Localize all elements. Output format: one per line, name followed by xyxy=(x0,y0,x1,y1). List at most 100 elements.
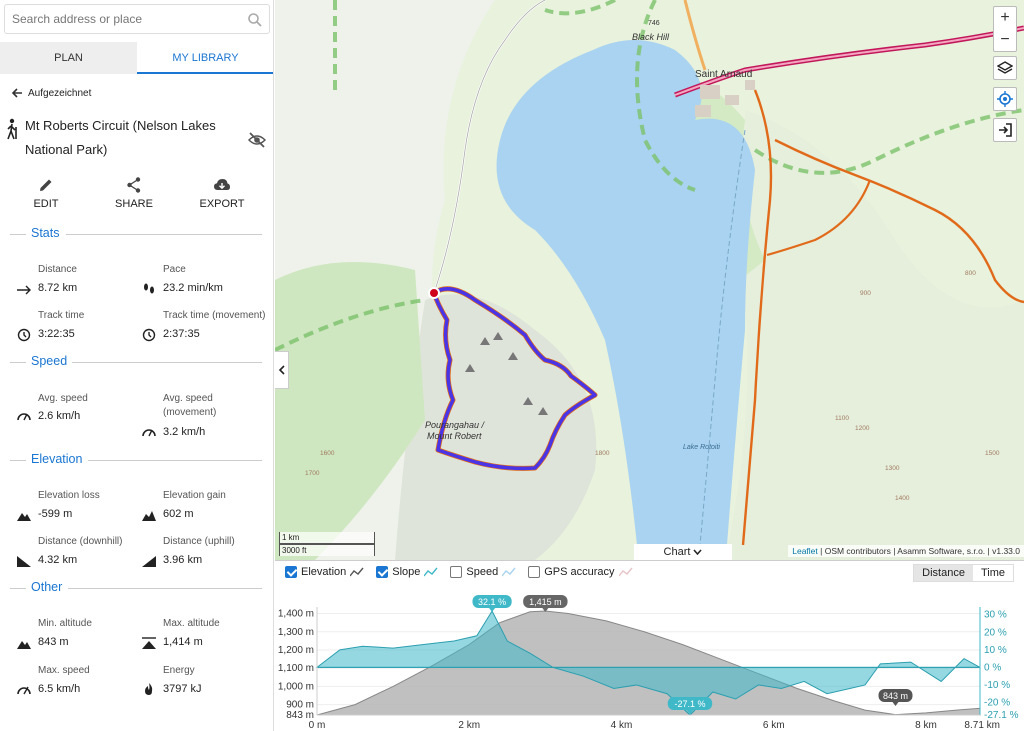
stat-elevation-gain-value: 602 m xyxy=(163,508,194,520)
leaflet-link[interactable]: Leaflet xyxy=(792,546,818,556)
section-stats-title: Stats xyxy=(31,226,60,240)
peak-label-1: Pourangahau / xyxy=(425,420,486,430)
elevation-checkbox[interactable] xyxy=(285,566,297,578)
time-mode-button[interactable]: Time xyxy=(973,565,1013,581)
y-left-tick-label: 900 m xyxy=(286,700,314,711)
min-altitude-icon xyxy=(17,641,31,649)
stat-min-altitude-value: 843 m xyxy=(38,636,69,648)
legend-gps-accuracy[interactable]: GPS accuracy xyxy=(528,566,633,578)
slope-up-icon xyxy=(142,556,156,567)
tab-plan[interactable]: PLAN xyxy=(0,42,137,74)
stat-energy-value: 3797 kJ xyxy=(163,683,202,695)
scale-ft: 3000 ft xyxy=(279,544,375,556)
action-bar: EDIT SHARE EXPORT xyxy=(0,176,273,216)
elevation-chart[interactable]: 1,400 m 1,300 m 1,200 m 1,100 m 1,000 m 900 m… xyxy=(275,587,1024,731)
legend-speed[interactable]: Speed xyxy=(450,566,516,578)
chart-marker-label: 32.1 % xyxy=(478,597,506,607)
locate-button[interactable] xyxy=(993,87,1017,111)
hill-elev-label: 746 xyxy=(648,20,660,27)
share-icon xyxy=(127,177,141,193)
timer-icon xyxy=(17,328,31,342)
axis-mode-toggle: Distance Time xyxy=(913,564,1014,582)
legend-slope[interactable]: Slope xyxy=(376,566,438,578)
contour-label: 1100 xyxy=(835,415,849,422)
tab-my-library[interactable]: MY LIBRARY xyxy=(137,42,273,74)
contour-label: 1500 xyxy=(985,450,1000,457)
stat-track-time-value: 3:22:35 xyxy=(38,328,75,340)
zoom-in-button[interactable]: + xyxy=(1000,7,1009,29)
stat-distance-uphill: Distance (uphill) 3.96 km xyxy=(142,535,273,567)
edit-button[interactable]: EDIT xyxy=(6,176,86,210)
stat-max-speed: Max. speed 6.5 km/h xyxy=(17,664,158,695)
slope-down-icon xyxy=(17,556,31,567)
x-tick-label: 4 km xyxy=(611,720,633,731)
x-tick-label: 6 km xyxy=(763,720,785,731)
speedometer-max-icon xyxy=(17,686,31,695)
legend-gps-label: GPS accuracy xyxy=(544,566,615,578)
chart-marker-pointer xyxy=(892,702,899,706)
collapse-sidebar-button[interactable] xyxy=(275,351,289,389)
legend-elevation[interactable]: Elevation xyxy=(285,566,364,578)
map-view[interactable]: Saint Arnaud Black Hill 746 Pourangahau … xyxy=(275,0,1024,560)
gps-accuracy-checkbox[interactable] xyxy=(528,566,541,578)
town-label: Saint Arnaud xyxy=(695,69,752,80)
slope-checkbox[interactable] xyxy=(376,566,389,578)
hill-label: Black Hill xyxy=(632,32,670,42)
layers-button[interactable] xyxy=(993,56,1017,80)
stat-pace: Pace 23.2 min/km xyxy=(144,263,273,294)
stat-avg-speed-label: Avg. speed xyxy=(38,393,88,404)
y-left-tick-label: 1,300 m xyxy=(278,627,314,638)
arrow-left-icon xyxy=(11,88,22,98)
route-start-marker xyxy=(428,287,440,299)
distance-mode-button[interactable]: Distance xyxy=(914,565,973,581)
search-icon[interactable] xyxy=(247,12,263,28)
share-button[interactable]: SHARE xyxy=(94,176,174,210)
version-label: v1.33.0 xyxy=(992,546,1020,556)
y-left-tick-label: 1,200 m xyxy=(278,645,314,656)
chart-marker-label: 843 m xyxy=(883,691,908,701)
elevation-chart-panel: Elevation Slope Speed GPS accuracy Dista… xyxy=(275,560,1024,731)
stat-avg-speed: Avg. speed 2.6 km/h xyxy=(17,392,158,422)
stat-avg-speed-movement-label: Avg. speed (movement) xyxy=(163,393,217,418)
stat-track-time-movement-value: 2:37:35 xyxy=(163,328,200,340)
login-button[interactable] xyxy=(993,118,1017,142)
chevron-left-icon xyxy=(278,365,285,375)
back-button[interactable]: Aufgezeichnet xyxy=(10,86,91,100)
route-title: Mt Roberts Circuit (Nelson Lakes Nationa… xyxy=(25,118,216,157)
search-input[interactable] xyxy=(5,5,235,33)
y-left-tick-label: 1,000 m xyxy=(278,681,314,692)
stat-elevation-loss-value: -599 m xyxy=(38,508,73,520)
contour-label: 1600 xyxy=(320,450,335,457)
contour-label: 900 xyxy=(860,290,871,297)
contour-label: 1700 xyxy=(305,470,320,477)
zoom-control: + − xyxy=(993,6,1017,52)
timer-moving-icon xyxy=(142,328,156,342)
contour-label: 800 xyxy=(965,270,976,277)
zoom-out-button[interactable]: − xyxy=(1000,29,1009,51)
stat-max-speed-value: 6.5 km/h xyxy=(38,683,81,695)
map-canvas[interactable]: Saint Arnaud Black Hill 746 Pourangahau … xyxy=(275,0,1024,560)
export-button[interactable]: EXPORT xyxy=(182,176,262,210)
chart-marker-label: 1,415 m xyxy=(529,597,562,607)
chart-marker-label: -27.1 % xyxy=(674,699,705,709)
section-speed-title: Speed xyxy=(31,354,68,368)
x-tick-label: 0 m xyxy=(309,720,326,731)
stat-distance-uphill-label: Distance (uphill) xyxy=(163,536,235,547)
chart-toggle[interactable]: Chart xyxy=(634,544,732,560)
stat-track-time: Track time 3:22:35 xyxy=(17,309,158,342)
stat-pace-value: 23.2 min/km xyxy=(163,282,223,294)
stat-elevation-loss-label: Elevation loss xyxy=(38,490,100,501)
stat-max-altitude-label: Max. altitude xyxy=(163,618,220,629)
stat-distance-downhill: Distance (downhill) 4.32 km xyxy=(17,535,158,567)
stat-distance-downhill-value: 4.32 km xyxy=(38,554,78,566)
visibility-off-icon[interactable] xyxy=(248,131,266,149)
chart-legend: Elevation Slope Speed GPS accuracy xyxy=(285,566,633,578)
stat-track-time-label: Track time xyxy=(38,310,85,321)
lake-label: Lake Rotoiti xyxy=(683,444,720,451)
stat-energy: Energy 3797 kJ xyxy=(145,664,273,695)
stat-elevation-gain-label: Elevation gain xyxy=(163,490,226,501)
speed-checkbox[interactable] xyxy=(450,566,463,578)
line-chart-icon xyxy=(502,567,516,577)
edit-label: EDIT xyxy=(33,198,59,210)
section-other: Other xyxy=(0,578,273,598)
